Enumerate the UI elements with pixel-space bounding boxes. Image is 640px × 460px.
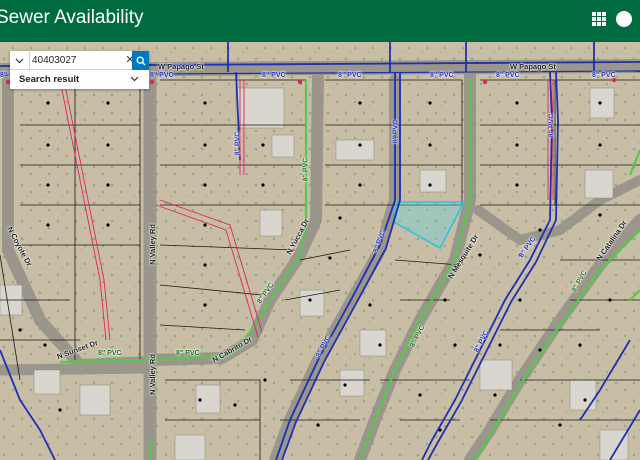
- pipe-label: 8" PVC: [592, 72, 616, 79]
- chevron-down-icon: [130, 76, 139, 82]
- app-title: Sewer Availability: [0, 7, 144, 28]
- pipe-label: 8" PVC: [392, 119, 400, 144]
- road-label-n-valley-rd-south: N Valley Rd: [147, 354, 157, 395]
- app-launcher-icon[interactable]: [592, 12, 606, 26]
- search-row: ✕: [10, 51, 149, 70]
- search-icon: [136, 56, 145, 65]
- chevron-down-icon: [15, 58, 24, 63]
- pipe-label: 8" PVC: [338, 72, 362, 79]
- search-widget: ✕ Search result: [10, 51, 149, 89]
- road-label-w-papago-st-east: W Papago St: [510, 62, 556, 71]
- search-button[interactable]: [132, 51, 149, 70]
- pipe-label: 8" PVC: [302, 157, 310, 182]
- map-canvas[interactable]: [0, 42, 640, 460]
- app-header: Sewer Availability: [0, 0, 640, 42]
- search-result-toggle[interactable]: Search result: [10, 70, 149, 89]
- pipe-label: 8" PVC: [98, 350, 122, 357]
- pipe-label: 8" PVC: [150, 72, 174, 79]
- pipe-label: 8" PVC: [430, 72, 454, 79]
- map-view[interactable]: [0, 42, 640, 460]
- pipe-label: 8" PVC: [496, 72, 520, 79]
- pipe-label: 8" PVC: [176, 350, 200, 357]
- user-avatar[interactable]: [616, 11, 632, 27]
- road-label-w-papago-st-west: W Papago St: [158, 62, 204, 71]
- pipe-label: 8" PVC: [234, 131, 242, 156]
- search-result-label: Search result: [19, 74, 80, 85]
- pipe-label: 8" PVC: [548, 113, 556, 138]
- search-source-dropdown[interactable]: [10, 51, 30, 70]
- road-bottom-east: [0, 362, 156, 376]
- search-input[interactable]: [32, 53, 122, 68]
- app-window: Sewer Availability W Papago St W Papago …: [0, 0, 640, 460]
- road-label-n-valley-rd: N Valley Rd: [147, 224, 157, 265]
- pipe-label: 8" PVC: [262, 72, 286, 79]
